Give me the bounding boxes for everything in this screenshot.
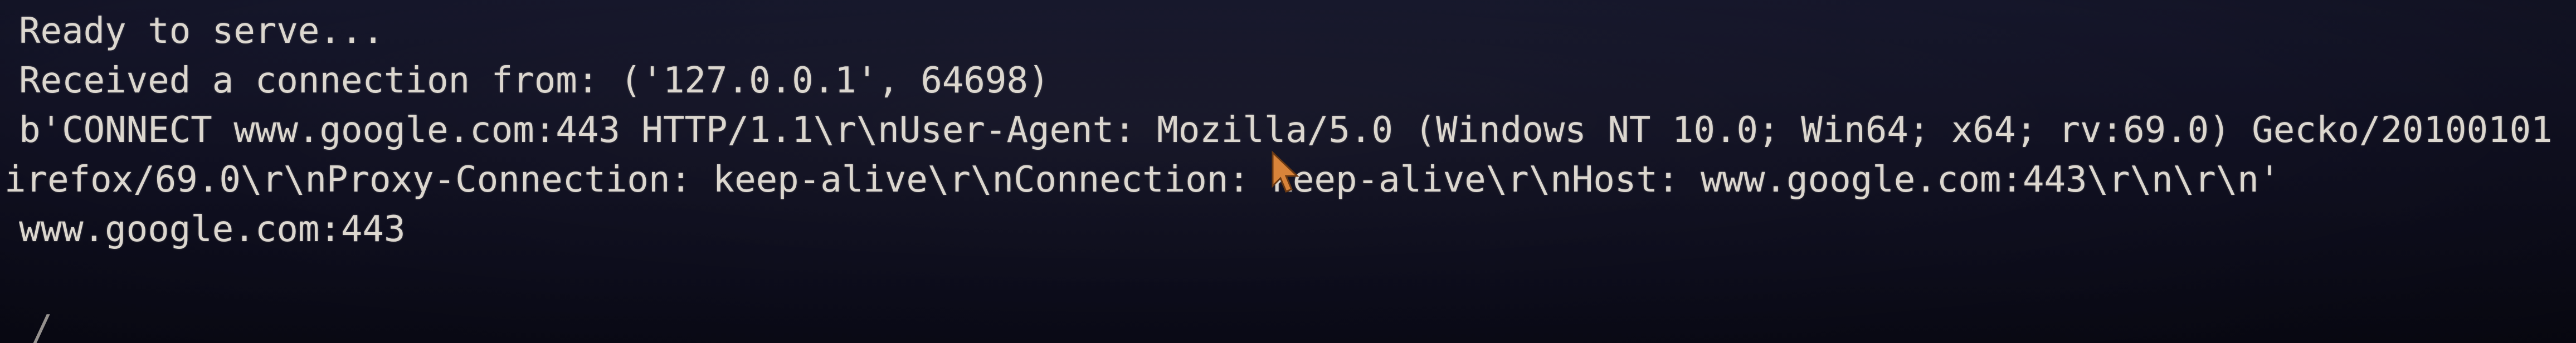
console-window[interactable]: Ready to serve... Received a connection … — [0, 0, 2576, 343]
console-prompt[interactable]: / — [19, 304, 2560, 343]
console-line-request: b'CONNECT www.google.com:443 HTTP/1.1\r\… — [19, 110, 2560, 151]
console-line-connection: Received a connection from: ('127.0.0.1'… — [19, 60, 1050, 101]
mouse-pointer-icon — [1272, 150, 1299, 193]
console-line-ready: Ready to serve... — [19, 11, 384, 52]
console-line-host: www.google.com:443 — [19, 209, 406, 250]
